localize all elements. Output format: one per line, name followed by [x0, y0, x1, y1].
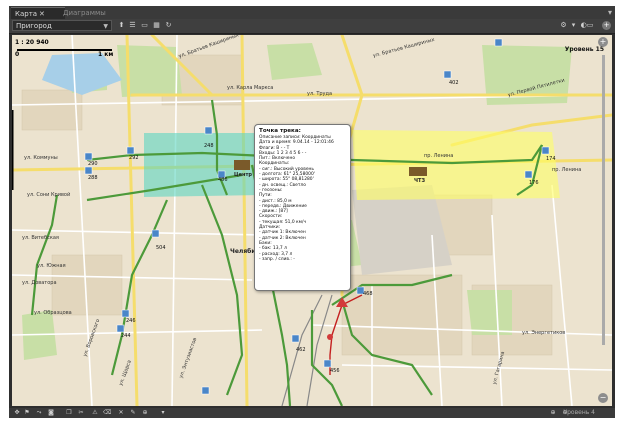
tab-bar: Карта ✕ Диаграммы ▾: [9, 6, 615, 20]
grid-icon[interactable]: ▦: [152, 21, 161, 30]
track-point-popup: Точка трека: Описание записи: Координаты…: [254, 124, 351, 291]
marker-label[interactable]: 468: [363, 291, 373, 297]
marker-label[interactable]: 456: [330, 368, 340, 374]
place-label: ЧТЗ: [414, 178, 426, 184]
map-scale-label: 1 : 20 940: [15, 39, 49, 46]
map-level-label: Уровень 15: [564, 46, 604, 53]
route-icon[interactable]: ⤳: [35, 409, 43, 417]
street-label: пр. Ленина: [552, 167, 582, 173]
close-icon[interactable]: ✕: [117, 409, 125, 417]
pointer-tool-icon[interactable]: ⬆: [117, 21, 126, 30]
refresh-icon[interactable]: ↻: [164, 21, 173, 30]
street-label: ул. Витебская: [22, 235, 59, 241]
zoom-in-icon[interactable]: ⊕: [549, 409, 557, 417]
place-label: Центр: [234, 172, 252, 178]
tab-diagrams-label: Диаграммы: [63, 9, 106, 17]
marker-label[interactable]: 244: [121, 333, 131, 339]
scale-start: 0: [15, 51, 20, 58]
street-label: пр. Ленина: [424, 153, 454, 159]
brightness-icon[interactable]: ◐▭: [579, 21, 595, 30]
marker-label[interactable]: 504: [156, 245, 166, 251]
warning-icon[interactable]: ⚠: [91, 409, 99, 417]
dropdown-icon[interactable]: ▾: [159, 409, 167, 417]
street-label: ул. Энергетиков: [522, 330, 566, 336]
street-label: ул. Сони Кривой: [27, 192, 71, 198]
pencil-icon[interactable]: ✎: [129, 409, 137, 417]
marker-label[interactable]: 248: [204, 143, 214, 149]
popup-line: Дата и время: 9.04.14 - 12:01:46: [259, 140, 334, 146]
marker-label[interactable]: 462: [296, 347, 306, 353]
settings-icon[interactable]: ⚙: [559, 21, 568, 30]
tab-diagrams[interactable]: Диаграммы: [59, 7, 107, 19]
marker-label[interactable]: 176: [529, 180, 539, 186]
street-label: ул. Образцова: [34, 310, 72, 316]
marker-label[interactable]: 288: [88, 175, 98, 181]
scale-end: 1 км: [98, 51, 114, 58]
flag-icon[interactable]: ⚑: [23, 409, 31, 417]
city-label: Челяби: [230, 248, 256, 255]
ruler-icon[interactable]: ▭: [140, 21, 149, 30]
marker-label[interactable]: 290: [88, 161, 98, 167]
region-select-value: Пригород: [16, 22, 52, 30]
layers-icon[interactable]: ☰: [128, 21, 137, 30]
window-menu-icon[interactable]: ▾: [608, 7, 612, 18]
marker-label[interactable]: 402: [449, 80, 459, 86]
eraser-icon[interactable]: ⌫: [103, 409, 111, 417]
street-label: ул. Коммуны: [24, 155, 58, 161]
street-label: ул. Доватора: [22, 280, 57, 286]
map-view[interactable]: 1 : 20 940 0 1 км Уровень 15 + − ул. Бра…: [12, 35, 612, 406]
camera-icon[interactable]: ◙: [47, 409, 55, 417]
bottom-level-label: Уровень 4: [563, 409, 595, 416]
street-label: ул. Труда: [307, 91, 333, 97]
marker-label[interactable]: 246: [126, 318, 136, 324]
street-label: ул. Южная: [37, 263, 66, 269]
tab-map-label: Карта: [15, 10, 38, 18]
marker-label[interactable]: 486: [218, 177, 228, 183]
pan-icon[interactable]: ✥: [13, 409, 21, 417]
cut-icon[interactable]: ✂: [77, 409, 85, 417]
copy-icon[interactable]: ❐: [65, 409, 73, 417]
region-select[interactable]: Пригород ▼: [12, 20, 112, 31]
bottom-toolbar: ✥ ⚑ ⤳ ◙ ❐ ✂ ⚠ ⌫ ✕ ✎ ⊕ ▾ ⊕ ⊖ Уровень 4: [9, 408, 615, 418]
map-toolbar: Пригород ▼ ⬆ ☰ ▭ ▦ ↻ ⚙ ▾ ◐▭ +: [9, 19, 615, 34]
target-icon[interactable]: ⊕: [141, 409, 149, 417]
add-icon[interactable]: +: [602, 21, 611, 30]
popup-title: Точка трека:: [259, 128, 301, 134]
marker-label[interactable]: 292: [129, 155, 139, 161]
popup-line: - запр. / слив.: -: [259, 256, 295, 262]
map-application-window: Карта ✕ Диаграммы ▾ Пригород ▼ ⬆ ☰ ▭ ▦ ↻…: [9, 6, 615, 418]
zoom-out-button[interactable]: −: [598, 393, 608, 403]
chevron-down-icon[interactable]: ▾: [569, 21, 578, 30]
chevron-down-icon: ▼: [103, 23, 108, 30]
zoom-slider-track[interactable]: [602, 55, 605, 345]
street-label: ул. Карла Маркса: [227, 85, 274, 91]
zoom-in-button[interactable]: +: [598, 37, 608, 47]
marker-label[interactable]: 174: [546, 156, 556, 162]
